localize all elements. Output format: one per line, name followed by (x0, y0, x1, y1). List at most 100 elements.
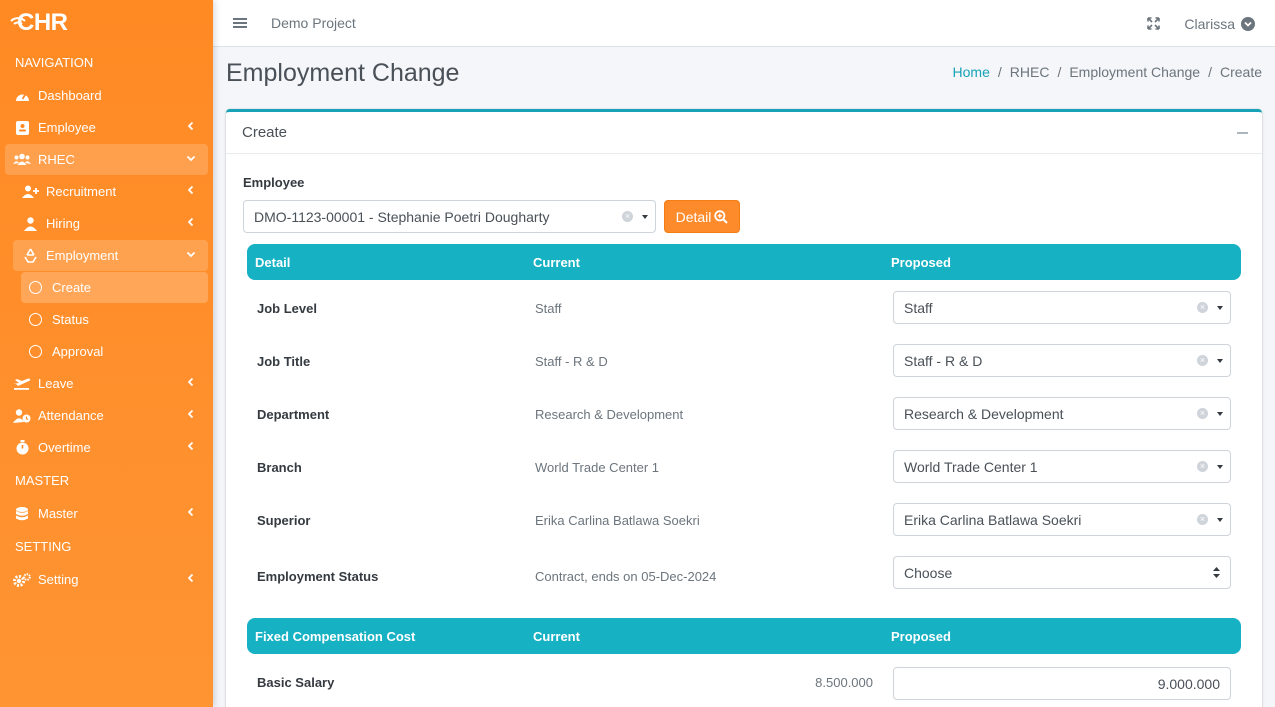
sidebar-item-label: Overtime (38, 440, 91, 455)
caret-down-icon (1217, 359, 1223, 363)
sidebar-item-label: Create (52, 280, 92, 295)
employment-status-select[interactable]: Choose (893, 556, 1231, 589)
user-clock-icon (13, 407, 31, 425)
cogs-icon (13, 571, 31, 589)
page-title: Employment Change (226, 59, 460, 87)
card-header: Create (226, 112, 1262, 154)
sidebar-item-overtime[interactable]: Overtime (5, 432, 208, 463)
nav-header-setting: SETTING (15, 539, 72, 554)
chevron-left-icon (187, 441, 194, 451)
dashboard-icon (13, 87, 31, 105)
brand[interactable]: CHR (0, 0, 213, 46)
collapse-icon[interactable] (1237, 132, 1248, 134)
sidebar-item-recruitment[interactable]: Recruitment (13, 176, 208, 207)
column-header-detail: Fixed Compensation Cost (255, 629, 416, 644)
sidebar-item-status[interactable]: Status (21, 304, 208, 335)
recycle-icon (21, 247, 39, 265)
caret-down-icon (1217, 412, 1223, 416)
sidebar-item-attendance[interactable]: Attendance (5, 400, 208, 431)
row-current-value: Staff - R & D (535, 354, 608, 369)
sidebar-item-employee[interactable]: Employee (5, 112, 208, 143)
wifi-icon (10, 17, 26, 25)
chevron-left-icon (187, 507, 194, 517)
breadcrumb-separator: / (997, 64, 1002, 80)
user-tie-icon (21, 215, 39, 233)
top-navbar: Demo Project Clarissa (213, 0, 1275, 47)
sidebar-item-rhec[interactable]: RHEC (5, 144, 208, 175)
nav-header-master: MASTER (15, 473, 70, 488)
row-label: Department (257, 407, 330, 422)
menu-toggle-icon[interactable] (233, 16, 247, 30)
row-current-value: Contract, ends on 05-Dec-2024 (535, 569, 717, 584)
chevron-circle-down-icon (1241, 16, 1255, 31)
superior-select[interactable]: Erika Carlina Batlawa Soekri × (893, 503, 1231, 536)
column-header-detail: Detail (255, 255, 291, 270)
department-select[interactable]: Research & Development × (893, 397, 1231, 430)
sidebar-item-label: Dashboard (38, 88, 102, 103)
select-value: Research & Development (904, 405, 1064, 422)
column-header-proposed: Proposed (891, 629, 951, 644)
chevron-left-icon (187, 377, 194, 387)
user-name: Clarissa (1184, 15, 1235, 32)
compensation-table-header: Fixed Compensation Cost Current Proposed (247, 618, 1241, 654)
circle-icon (29, 281, 42, 294)
stopwatch-icon (13, 439, 31, 457)
database-icon (13, 505, 31, 523)
sidebar-item-leave[interactable]: Leave (5, 368, 208, 399)
row-label: Branch (257, 460, 302, 475)
row-label: Employment Status (257, 569, 379, 584)
user-menu[interactable]: Clarissa (1184, 16, 1255, 32)
sidebar-item-employment[interactable]: Employment (13, 240, 208, 271)
brand-logo: CHR (10, 9, 68, 37)
branch-select[interactable]: World Trade Center 1 × (893, 450, 1231, 483)
select-value: Staff (904, 299, 933, 316)
breadcrumb-create: Create (1219, 64, 1262, 80)
chevron-down-icon (186, 251, 196, 258)
detail-button[interactable]: Detail (664, 200, 740, 233)
select-value: World Trade Center 1 (904, 458, 1038, 475)
clear-icon[interactable]: × (1197, 461, 1208, 472)
sidebar-item-dashboard[interactable]: Dashboard (5, 80, 208, 111)
clear-icon[interactable]: × (1197, 355, 1208, 366)
basic-salary-input[interactable]: 9.000.000 (893, 667, 1231, 700)
breadcrumb-rhec: RHEC (1009, 64, 1050, 80)
sidebar-item-label: Hiring (46, 216, 80, 231)
circle-icon (29, 313, 42, 326)
row-current-value: World Trade Center 1 (535, 460, 660, 475)
project-name[interactable]: Demo Project (271, 15, 356, 31)
sidebar-item-label: Master (38, 506, 78, 521)
clear-icon[interactable]: × (622, 211, 633, 222)
sidebar-item-create[interactable]: Create (21, 272, 208, 303)
breadcrumb-employment-change: Employment Change (1069, 64, 1201, 80)
column-header-current: Current (533, 255, 580, 270)
circle-icon (29, 345, 42, 358)
sidebar: CHR NAVIGATION Dashboard Employee RHEC R… (0, 0, 213, 707)
chevron-down-icon (186, 155, 196, 162)
card-title: Create (242, 124, 288, 141)
chevron-left-icon (187, 185, 194, 195)
fullscreen-icon[interactable] (1147, 17, 1161, 30)
input-value: 9.000.000 (1157, 675, 1220, 692)
row-current-value: Erika Carlina Batlawa Soekri (535, 513, 700, 528)
sidebar-item-approval[interactable]: Approval (21, 336, 208, 367)
sidebar-item-master[interactable]: Master (5, 498, 208, 529)
row-current-value: Staff (535, 301, 562, 316)
job-title-select[interactable]: Staff - R & D × (893, 344, 1231, 377)
employee-select[interactable]: DMO-1123-00001 - Stephanie Poetri Dougha… (243, 200, 656, 233)
sidebar-item-label: Recruitment (46, 184, 117, 199)
breadcrumb-home[interactable]: Home (953, 64, 990, 80)
sidebar-item-setting[interactable]: Setting (5, 564, 208, 595)
user-plus-icon (21, 183, 39, 201)
clear-icon[interactable]: × (1197, 514, 1208, 525)
clear-icon[interactable]: × (1197, 408, 1208, 419)
caret-down-icon (1217, 465, 1223, 469)
row-label: Basic Salary (257, 675, 335, 690)
row-label: Job Level (257, 301, 317, 316)
employee-select-value: DMO-1123-00001 - Stephanie Poetri Dougha… (254, 208, 550, 225)
sidebar-item-hiring[interactable]: Hiring (13, 208, 208, 239)
job-level-select[interactable]: Staff × (893, 291, 1231, 324)
column-header-current: Current (533, 629, 580, 644)
clear-icon[interactable]: × (1197, 302, 1208, 313)
sidebar-item-label: Leave (38, 376, 74, 391)
sidebar-item-label: Setting (38, 572, 79, 587)
